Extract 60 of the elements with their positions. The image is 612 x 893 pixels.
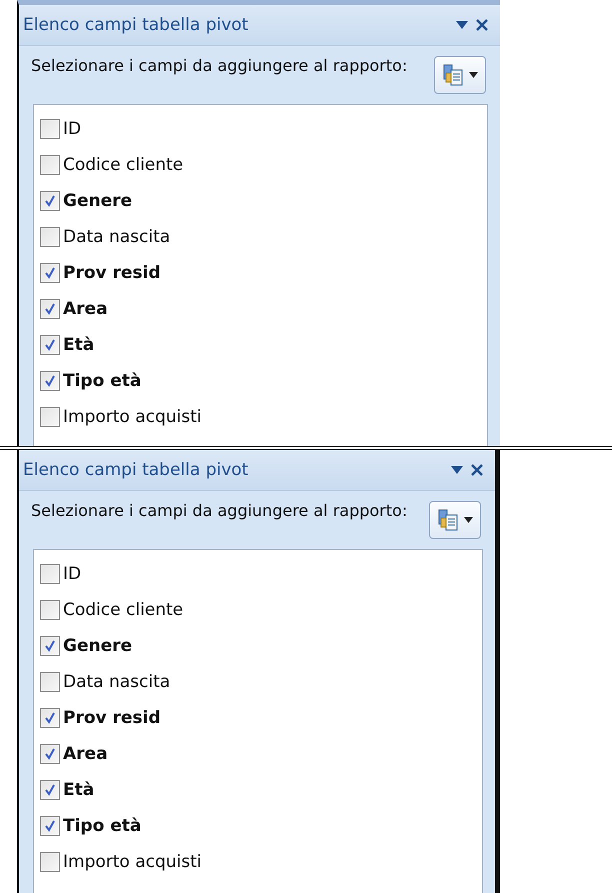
checkbox[interactable] (40, 564, 60, 584)
field-label: Importo acquisti (63, 852, 202, 872)
close-icon (476, 19, 488, 31)
field-label: Importo acquisti (63, 407, 202, 427)
caret-icon (468, 72, 478, 78)
check-icon (44, 267, 56, 279)
instruction-text: Selezionare i campi da aggiungere al rapporto: (31, 55, 408, 77)
checkbox[interactable] (40, 119, 60, 139)
field-label: ID (63, 564, 82, 584)
check-icon (44, 820, 56, 832)
check-icon (44, 712, 56, 724)
checkbox[interactable] (40, 299, 60, 319)
field-label: Area (63, 744, 108, 764)
checkbox[interactable] (40, 263, 60, 283)
instruction-text: Selezionare i campi da aggiungere al rapporto: (31, 500, 408, 522)
checkbox[interactable] (40, 852, 60, 872)
checkbox[interactable] (40, 636, 60, 656)
checkbox[interactable] (40, 155, 60, 175)
field-label: Codice cliente (63, 155, 184, 175)
field-layout-icon (438, 509, 458, 531)
checkbox[interactable] (40, 780, 60, 800)
field-label: Genere (63, 636, 132, 656)
checkbox[interactable] (40, 600, 60, 620)
field-label: Data nascita (63, 227, 170, 247)
field-label: Codice cliente (63, 600, 184, 620)
check-icon (44, 303, 56, 315)
check-icon (44, 375, 56, 387)
checkbox[interactable] (40, 816, 60, 836)
field-label: Genere (63, 191, 132, 211)
field-label: Area (63, 299, 108, 319)
layout-button[interactable] (429, 501, 481, 539)
caret-icon (451, 466, 463, 474)
check-icon (44, 195, 56, 207)
field-label: Data nascita (63, 672, 170, 692)
field-label: Età (63, 780, 94, 800)
check-icon (44, 640, 56, 652)
checkbox[interactable] (40, 672, 60, 692)
field-label: Prov resid (63, 708, 161, 728)
checkbox[interactable] (40, 335, 60, 355)
panel-title: Elenco campi tabella pivot (23, 460, 250, 480)
field-label: Prov resid (63, 263, 161, 283)
check-icon (44, 784, 56, 796)
field-layout-icon (442, 64, 462, 86)
checkbox[interactable] (40, 744, 60, 764)
checkbox[interactable] (40, 708, 60, 728)
checkbox[interactable] (40, 191, 60, 211)
check-icon (44, 339, 56, 351)
field-label: ID (63, 119, 82, 139)
caret-icon (456, 21, 468, 29)
check-icon (44, 748, 56, 760)
field-label: Tipo età (63, 371, 142, 391)
checkbox[interactable] (40, 371, 60, 391)
panel-title: Elenco campi tabella pivot (23, 15, 250, 35)
caret-icon (464, 517, 472, 523)
close-icon (471, 464, 483, 476)
checkbox[interactable] (40, 407, 60, 427)
field-label: Età (63, 335, 94, 355)
checkbox[interactable] (40, 227, 60, 247)
field-label: Tipo età (63, 816, 142, 836)
layout-button[interactable] (434, 56, 486, 94)
